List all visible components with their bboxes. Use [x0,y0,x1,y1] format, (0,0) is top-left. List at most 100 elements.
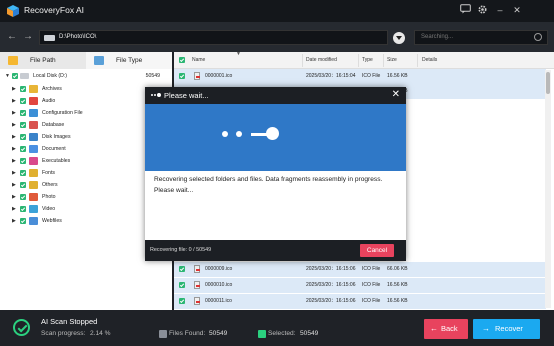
checkbox[interactable] [20,122,26,128]
scan-status-title: AI Scan Stopped [41,317,98,326]
file-size: 16.56 KB [387,73,408,79]
search-input[interactable]: Searching... [414,30,548,45]
status-bar: AI Scan Stopped Scan progress: 2.14 % Fi… [0,310,554,346]
path-field[interactable]: D:\Photo\ICO\ [39,30,388,45]
tree-root-count: 50549 [145,73,160,79]
back-arrow-icon[interactable]: ← [6,31,18,43]
tree-item-label: Database [42,122,65,128]
close-icon[interactable]: ✕ [511,4,523,16]
ico-file-icon [194,72,200,80]
recovering-progress-text: Recovering file: 0 / 50549 [150,247,212,253]
gear-icon[interactable] [476,4,488,16]
caret-right-icon[interactable]: ▶ [12,179,18,191]
view-tabs: File Path File Type [0,52,172,69]
table-row[interactable]: 0000011.ico 2025/03/20：16:15:06 ICO File 16… [174,294,546,309]
checkbox[interactable] [12,73,18,79]
search-icon[interactable] [534,33,542,41]
checkbox[interactable] [20,110,26,116]
column-date[interactable]: Date modified [306,52,337,69]
recover-button[interactable]: → Recover [473,319,540,339]
caret-right-icon[interactable]: ▶ [12,203,18,215]
close-icon[interactable]: ✕ [392,89,400,101]
caret-right-icon[interactable]: ▶ [12,119,18,131]
scrollbar[interactable] [545,70,551,308]
selected-value: 50549 [300,330,319,337]
tree-item-label: Webfiles [42,218,62,224]
progress-animation [145,104,406,171]
recover-button-label: Recover [495,324,523,333]
file-date: 2025/03/20：16:15:06 [306,298,356,304]
back-button[interactable]: ← Back [424,319,468,339]
file-type: ICO File [362,282,381,288]
path-text: D:\Photo\ICO\ [59,34,97,40]
file-date: 2025/03/20：16:15:06 [306,266,356,272]
file-name: 0000001.ico [205,73,233,79]
checkbox[interactable] [179,282,185,288]
caret-right-icon[interactable]: ▶ [12,107,18,119]
caret-down-icon[interactable]: ▼ [5,70,11,82]
tab-file-path[interactable]: File Path [0,52,86,69]
checkbox[interactable] [20,158,26,164]
checkbox[interactable] [20,134,26,140]
minimize-icon[interactable]: – [494,4,506,16]
audio-icon [29,97,38,105]
checkbox[interactable] [20,98,26,104]
table-row[interactable]: 0000010.ico 2025/03/20：16:15:06 ICO File 16… [174,278,546,293]
caret-right-icon[interactable]: ▶ [12,155,18,167]
tree-item-label: Document [42,146,66,152]
app-title: RecoveryFox AI [24,5,84,15]
image-icon [94,56,104,65]
caret-right-icon[interactable]: ▶ [12,191,18,203]
column-divider [358,54,359,67]
column-divider [302,54,303,67]
caret-right-icon[interactable]: ▶ [12,95,18,107]
select-all-checkbox[interactable] [179,57,185,63]
column-type[interactable]: Type [362,52,373,69]
file-date: 2025/03/20：16:15:04 [306,73,356,79]
animation-dot [222,131,228,137]
file-date: 2025/03/20：16:15:06 [306,282,356,288]
chat-icon[interactable] [459,4,471,16]
column-name[interactable]: Name [192,52,205,69]
tree-item-label: Video [42,206,56,212]
table-row[interactable]: 0000001.ico 2025/03/20：16:15:04 ICO File 16… [174,69,546,84]
column-size[interactable]: Size [387,52,397,69]
checkbox[interactable] [20,218,26,224]
checkbox[interactable] [20,206,26,212]
checkbox[interactable] [20,146,26,152]
caret-right-icon[interactable]: ▶ [12,167,18,179]
title-bar: RecoveryFox AI – ✕ [0,0,554,22]
disk-image-icon [29,133,38,141]
cancel-button[interactable]: Cancel [360,244,394,257]
checkbox[interactable] [20,182,26,188]
forward-arrow-icon[interactable]: → [22,31,34,43]
filter-button[interactable] [393,32,405,44]
file-type: ICO File [362,73,381,79]
scroll-thumb[interactable] [546,72,550,94]
caret-right-icon[interactable]: ▶ [12,83,18,95]
selected-check-icon [258,330,266,338]
file-type: ICO File [362,266,381,272]
dialog-message: Recovering selected folders and files. D… [154,176,383,194]
column-details[interactable]: Details [422,52,437,69]
files-found-label: Files Found: [169,330,206,337]
checkbox[interactable] [20,86,26,92]
tab-file-type[interactable]: File Type [86,52,172,69]
sort-arrow-icon[interactable]: ▼ [236,46,241,63]
file-size: 16.56 KB [387,298,408,304]
checkbox[interactable] [20,170,26,176]
tree-item-label: Archives [42,86,62,92]
checkbox[interactable] [179,73,185,79]
caret-right-icon[interactable]: ▶ [12,143,18,155]
tab-file-path-label: File Path [30,57,56,64]
checkbox[interactable] [179,266,185,272]
tree-root-local-disk[interactable]: ▼ Local Disk (D:) 50549 [0,70,172,82]
photo-icon [29,193,38,201]
recover-arrow-icon: → [482,324,490,333]
checkbox[interactable] [20,194,26,200]
table-row[interactable]: 0000009.ico 2025/03/20：16:15:06 ICO File 66… [174,262,546,277]
checkbox[interactable] [179,298,185,304]
database-icon [29,121,38,129]
caret-right-icon[interactable]: ▶ [12,215,18,227]
caret-right-icon[interactable]: ▶ [12,131,18,143]
